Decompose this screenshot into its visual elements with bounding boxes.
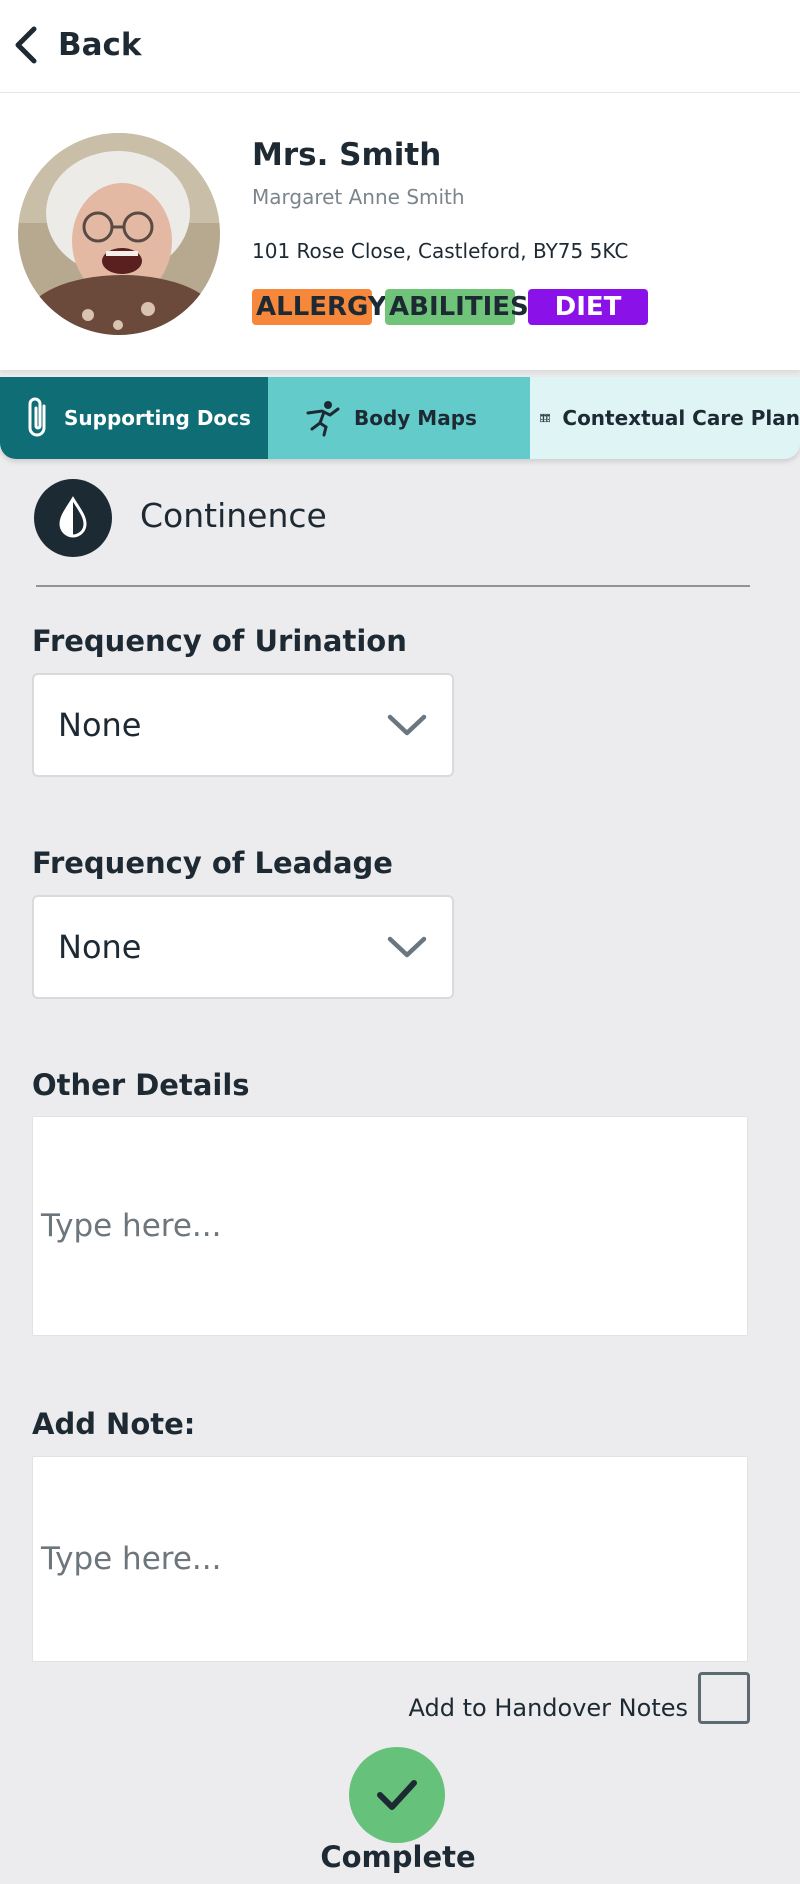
- tab-label: Supporting Docs: [64, 406, 251, 430]
- complete-label: Complete: [320, 1840, 476, 1874]
- leakage-select-value: None: [58, 928, 142, 966]
- complete-button[interactable]: [349, 1747, 445, 1843]
- handover-option: Add to Handover Notes: [409, 1672, 750, 1724]
- urination-select[interactable]: None: [32, 673, 454, 777]
- urination-label: Frequency of Urination: [32, 624, 407, 658]
- section-divider: [36, 585, 750, 587]
- urination-select-value: None: [58, 706, 142, 744]
- tab-label: Contextual Care Plan: [562, 406, 800, 430]
- other-details-input[interactable]: Type here...: [32, 1116, 748, 1336]
- back-button[interactable]: Back: [10, 20, 142, 70]
- running-figure-icon: [306, 401, 340, 437]
- leakage-select[interactable]: None: [32, 895, 454, 999]
- paperclip-icon: [28, 397, 46, 437]
- other-details-label: Other Details: [32, 1068, 250, 1102]
- tab-supporting-docs[interactable]: Supporting Docs: [0, 377, 268, 459]
- tab-bar: Supporting Docs Body Maps Contextual Car…: [0, 377, 800, 459]
- contrast-drop-icon: [59, 496, 87, 538]
- add-note-placeholder: Type here...: [41, 1541, 222, 1577]
- add-note-input[interactable]: Type here...: [32, 1456, 748, 1662]
- handover-checkbox[interactable]: [698, 1672, 750, 1724]
- add-note-label: Add Note:: [32, 1407, 196, 1441]
- binders-icon: [540, 413, 550, 423]
- back-label: Back: [58, 27, 142, 63]
- resident-name: Mrs. Smith: [252, 137, 442, 173]
- chevron-down-icon: [387, 714, 427, 736]
- tab-label: Body Maps: [354, 406, 477, 430]
- top-bar: Back: [0, 0, 800, 92]
- continence-section-icon: [34, 479, 112, 557]
- section-title: Continence: [140, 496, 327, 535]
- tab-contextual-care-plan[interactable]: Contextual Care Plan: [530, 377, 800, 459]
- badge-row: ALLERGY ABILITIES DIET: [252, 289, 648, 325]
- abilities-badge[interactable]: ABILITIES: [385, 289, 529, 325]
- checkmark-icon: [377, 1780, 417, 1810]
- other-details-placeholder: Type here...: [41, 1208, 222, 1244]
- handover-label: Add to Handover Notes: [408, 1694, 688, 1722]
- diet-badge[interactable]: DIET: [528, 289, 648, 325]
- resident-profile-card: Mrs. Smith Margaret Anne Smith 101 Rose …: [0, 92, 800, 370]
- resident-address: 101 Rose Close, Castleford, BY75 5KC: [252, 239, 629, 263]
- chevron-down-icon: [387, 936, 427, 958]
- tab-body-maps[interactable]: Body Maps: [268, 377, 530, 459]
- avatar[interactable]: [18, 133, 220, 335]
- resident-photo: [18, 133, 220, 335]
- chevron-left-icon: [15, 26, 37, 64]
- leakage-label: Frequency of Leadage: [32, 846, 393, 880]
- resident-full-name: Margaret Anne Smith: [252, 185, 465, 209]
- allergy-badge[interactable]: ALLERGY: [252, 289, 387, 325]
